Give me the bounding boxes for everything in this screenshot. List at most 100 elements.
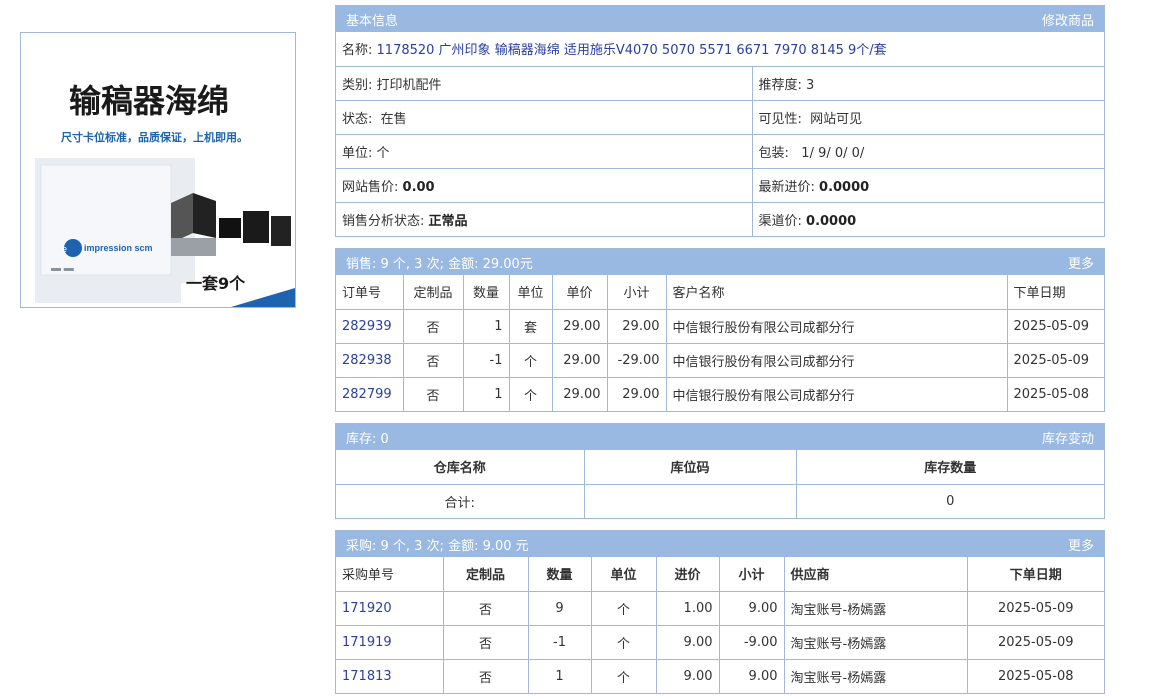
purchase-custom: 否 [442,658,529,693]
table-row: 171920 否 9 个 1.00 9.00 淘宝账号-杨嫣露 2025-05-… [336,590,1104,626]
sales-qty: -1 [462,342,510,378]
purchase-col-price: 进价 [655,557,720,592]
channel-price-value: 0.0000 [806,213,857,229]
unit-label: 单位: [342,145,373,161]
latest-cost-value: 0.0000 [819,179,870,195]
sales-col-unit: 单位 [508,275,553,310]
purchase-subtotal: 9.00 [718,658,785,693]
stock-header-row: 仓库名称 库位码 库存数量 [336,450,1104,485]
basic-info-panel: 基本信息 修改商品 名称: 1178520 广州印象 输稿器海绵 适用施乐V40… [335,5,1105,237]
purchase-order-link[interactable]: 171920 [342,601,392,616]
stock-change-link[interactable]: 库存变动 [1042,428,1094,447]
web-price-value: 0.00 [402,179,435,195]
analysis-value: 正常品 [428,213,468,229]
purchase-header: 采购: 9 个, 3 次; 金额: 9.00 元 更多 [336,531,1104,557]
svg-text:▬ ▬: ▬ ▬ [51,263,74,274]
recommend-value: 3 [806,77,815,93]
purchase-supplier: 淘宝账号-杨嫣露 [783,658,968,693]
sales-more-link[interactable]: 更多 [1068,253,1094,272]
unit-value: 个 [376,145,390,161]
visibility-value: 网站可见 [810,111,863,127]
stock-total-code [583,483,797,518]
stock-col-qty: 库存数量 [795,450,1104,485]
purchase-qty: 1 [527,658,592,693]
sales-panel: 销售: 9 个, 3 次; 金额: 29.00元 更多 订单号 定制品 数量 单… [335,248,1105,412]
analysis-cell: 销售分析状态: 正常品 [336,201,753,236]
purchase-subtotal: 9.00 [718,590,785,626]
purchase-col-unit: 单位 [590,557,657,592]
status-label: 状态: [342,111,373,127]
product-name-value[interactable]: 1178520 广州印象 输稿器海绵 适用施乐V4070 5070 5571 6… [377,43,887,58]
sales-subtotal: 29.00 [606,308,667,344]
sales-custom: 否 [402,308,464,344]
purchase-unit: 个 [590,624,657,660]
purchase-order-link[interactable]: 171919 [342,635,392,650]
sales-order-link[interactable]: 282939 [342,319,392,334]
unit-cell: 单位: 个 [336,133,753,169]
purchase-price: 9.00 [655,624,720,660]
product-name-label: 名称: [342,43,373,59]
sales-order-link[interactable]: 282799 [342,387,392,402]
purchase-supplier: 淘宝账号-杨嫣露 [783,590,968,626]
sales-order-link[interactable]: 282938 [342,353,392,368]
status-cell: 状态: 在售 [336,99,753,135]
sales-header: 销售: 9 个, 3 次; 金额: 29.00元 更多 [336,249,1104,275]
purchase-order-link[interactable]: 171813 [342,669,392,684]
latest-cost-cell: 最新进价: 0.0000 [751,167,1104,203]
image-title: 输稿器海绵 [69,82,229,120]
image-brand: impression scm [84,243,153,253]
stock-total-label: 合计: [336,483,585,518]
purchase-unit: 个 [590,590,657,626]
product-image: e ▬ ▬ 输稿器海绵 尺寸卡位标准，品质保证，上机即用。 impression… [20,32,296,308]
sales-subtotal: 29.00 [606,376,667,411]
stock-summary: 库存: 0 [346,431,389,447]
stock-col-location: 库位码 [583,450,797,485]
pack-value: 1/ 9/ 0/ 0/ [801,145,865,161]
purchase-col-qty: 数量 [527,557,592,592]
purchase-supplier: 淘宝账号-杨嫣露 [783,624,968,660]
sales-date: 2025-05-09 [1006,342,1104,378]
purchase-col-order: 采购单号 [336,557,444,592]
purchase-date: 2025-05-08 [966,658,1104,693]
category-cell: 类别: 打印机配件 [336,65,753,101]
recommend-cell: 推荐度: 3 [751,65,1104,101]
purchase-unit: 个 [590,658,657,693]
purchase-col-supplier: 供应商 [783,557,968,592]
table-row: 282938 否 -1 个 29.00 -29.00 中信银行股份有限公司成都分… [336,342,1104,378]
sales-unit: 个 [508,376,553,411]
purchase-qty: -1 [527,624,592,660]
sales-price: 29.00 [551,308,608,344]
sales-price: 29.00 [551,376,608,411]
stock-panel: 库存: 0 库存变动 仓库名称 库位码 库存数量 合计: 0 [335,423,1105,519]
category-label: 类别: [342,77,373,93]
web-price-cell: 网站售价: 0.00 [336,167,753,203]
edit-product-link[interactable]: 修改商品 [1042,10,1094,29]
latest-cost-label: 最新进价: [758,179,815,195]
purchase-date: 2025-05-09 [966,590,1104,626]
purchase-more-link[interactable]: 更多 [1068,535,1094,554]
category-value: 打印机配件 [376,77,442,93]
sales-date: 2025-05-08 [1006,376,1104,411]
sales-col-price: 单价 [551,275,608,310]
purchase-price: 1.00 [655,590,720,626]
sales-unit: 个 [508,342,553,378]
sales-col-subtotal: 小计 [606,275,667,310]
sales-custom: 否 [402,342,464,378]
purchase-custom: 否 [442,624,529,660]
status-value: 在售 [380,111,407,127]
sales-table: 订单号 定制品 数量 单位 单价 小计 客户名称 下单日期 282939 否 1… [336,275,1104,411]
product-photo: e ▬ ▬ 输稿器海绵 尺寸卡位标准，品质保证，上机即用。 impression… [21,33,295,307]
purchase-price: 9.00 [655,658,720,693]
purchase-header-row: 采购单号 定制品 数量 单位 进价 小计 供应商 下单日期 [336,557,1104,592]
sales-summary: 销售: 9 个, 3 次; 金额: 29.00元 [346,256,533,272]
table-row: 171813 否 1 个 9.00 9.00 淘宝账号-杨嫣露 2025-05-… [336,658,1104,693]
pack-cell: 包装: 1/ 9/ 0/ 0/ [751,133,1104,169]
sales-customer: 中信银行股份有限公司成都分行 [665,376,1008,411]
stock-col-warehouse: 仓库名称 [336,450,585,485]
sales-subtotal: -29.00 [606,342,667,378]
table-row: 171919 否 -1 个 9.00 -9.00 淘宝账号-杨嫣露 2025-0… [336,624,1104,660]
purchase-col-subtotal: 小计 [718,557,785,592]
recommend-label: 推荐度: [758,77,802,93]
sales-col-date: 下单日期 [1006,275,1104,310]
sales-col-customer: 客户名称 [665,275,1008,310]
